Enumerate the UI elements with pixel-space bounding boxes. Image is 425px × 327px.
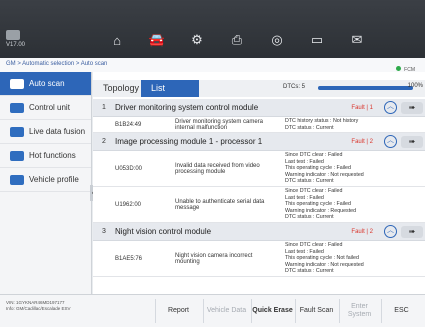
dtc-description: Night vision camera incorrect mounting bbox=[175, 252, 253, 265]
fault-badge: Fault | 1 bbox=[351, 104, 373, 111]
module-row[interactable]: 1 Driver monitoring system control modul… bbox=[93, 99, 425, 117]
dtc-status: Since DTC clear : Failed Last test : Fai… bbox=[285, 242, 364, 275]
module-name: Image processing module 1 - processor 1 bbox=[115, 137, 263, 146]
dtc-description: Unable to authenticate serial data messa… bbox=[175, 198, 265, 211]
dtc-status: Since DTC clear : Failed Last test : Fai… bbox=[285, 188, 357, 221]
arrow-right-icon[interactable]: ➠ bbox=[401, 135, 423, 148]
module-name: Night vision control module bbox=[115, 227, 212, 236]
dtc-list: 1 Driver monitoring system control modul… bbox=[93, 99, 425, 294]
module-name: Driver monitoring system control module bbox=[115, 103, 259, 112]
fcm-indicator: FCM bbox=[396, 66, 415, 73]
vehicle-data-button[interactable]: Vehicle Data bbox=[203, 299, 249, 323]
scan-progress-fill bbox=[318, 86, 413, 90]
fault-badge: Fault | 2 bbox=[351, 138, 373, 145]
status-dot-icon bbox=[396, 66, 402, 71]
esc-button[interactable]: ESC bbox=[381, 299, 421, 323]
sidebar-item-label: Auto scan bbox=[29, 79, 65, 88]
sidebar-item-hot-functions[interactable]: Hot functions bbox=[0, 144, 91, 168]
save-icon[interactable]: ▭ bbox=[302, 28, 332, 52]
dtc-status: DTC history status : Not history DTC sta… bbox=[285, 118, 359, 131]
home-icon[interactable]: ⌂ bbox=[102, 28, 132, 52]
sidebar-item-control-unit[interactable]: Control unit bbox=[0, 96, 91, 120]
sidebar-item-label: Hot functions bbox=[29, 151, 76, 160]
arrow-right-icon[interactable]: ➠ bbox=[401, 225, 423, 238]
gear-icon[interactable]: ⚙ bbox=[182, 28, 212, 52]
module-row[interactable]: 3 Night vision control module Fault | 2 … bbox=[93, 223, 425, 241]
dtc-description: Invalid data received from video process… bbox=[175, 162, 260, 175]
dtc-count: DTCs: 5 bbox=[283, 84, 306, 90]
dtc-code: B1AE5:76 bbox=[115, 255, 143, 262]
hot-functions-icon bbox=[10, 150, 24, 161]
module-number: 2 bbox=[102, 138, 106, 145]
scan-progress-bar bbox=[318, 86, 413, 90]
enter-system-button[interactable]: Enter System bbox=[339, 299, 379, 323]
arrow-right-icon[interactable]: ➠ bbox=[401, 101, 423, 114]
dtc-row[interactable]: U1962:00 Unable to authenticate serial d… bbox=[93, 187, 425, 223]
sidebar-item-live-data-fusion[interactable]: Live data fusion bbox=[0, 120, 91, 144]
control-unit-icon bbox=[10, 102, 24, 113]
vci-indicator: V17.00 bbox=[6, 30, 25, 48]
sidebar-item-label: Control unit bbox=[29, 103, 70, 112]
bottom-toolbar: VIN: 1GYKNAR46MD197177 Info: GM/Cadillac… bbox=[0, 294, 425, 327]
scan-progress-percent: 100% bbox=[407, 83, 423, 89]
scan-app-window: V17.00 ⌂ 🚘 ⚙ ⎙ ◎ ▭ ✉ GM > Automatic sele… bbox=[0, 0, 425, 327]
fault-scan-button[interactable]: Fault Scan bbox=[295, 299, 337, 323]
collapse-icon[interactable]: ︿ bbox=[384, 101, 397, 114]
dtc-description: Driver monitoring system camera internal… bbox=[175, 118, 264, 131]
sidebar-item-label: Live data fusion bbox=[29, 127, 86, 136]
module-number: 3 bbox=[102, 228, 106, 235]
vci-version: V17.00 bbox=[6, 42, 26, 48]
vci-icon bbox=[6, 30, 20, 40]
message-icon[interactable]: ✉ bbox=[342, 28, 372, 52]
vehicle-info: VIN: 1GYKNAR46MD197177 Info: GM/Cadillac… bbox=[6, 300, 71, 311]
dtc-row[interactable]: B1AE5:76 Night vision camera incorrect m… bbox=[93, 241, 425, 277]
car-scan-icon bbox=[10, 78, 24, 89]
module-row[interactable]: 2 Image processing module 1 - processor … bbox=[93, 133, 425, 151]
fault-badge: Fault | 2 bbox=[351, 228, 373, 235]
view-tabs: Topology List DTCs: 5 100% bbox=[93, 80, 425, 97]
report-button[interactable]: Report bbox=[155, 299, 201, 323]
breadcrumb: GM > Automatic selection > Auto scan bbox=[0, 58, 425, 72]
main-panel: FCM Topology List DTCs: 5 100% 1 Driver … bbox=[93, 66, 425, 294]
car-icon[interactable]: 🚘 bbox=[142, 28, 172, 52]
printer-icon[interactable]: ⎙ bbox=[222, 28, 252, 52]
collapse-icon[interactable]: ︿ bbox=[384, 135, 397, 148]
sidebar-item-vehicle-profile[interactable]: Vehicle profile bbox=[0, 168, 91, 192]
dtc-code: B1B24:49 bbox=[115, 121, 142, 128]
module-number: 1 bbox=[102, 104, 106, 111]
sidebar: Auto scan Control unit Live data fusion … bbox=[0, 72, 92, 294]
dtc-row[interactable]: B1B24:49 Driver monitoring system camera… bbox=[93, 117, 425, 133]
collapse-icon[interactable]: ︿ bbox=[384, 225, 397, 238]
live-data-icon bbox=[10, 126, 24, 137]
dtc-code: U1962:00 bbox=[115, 201, 142, 208]
dtc-row[interactable]: U053D:00 Invalid data received from vide… bbox=[93, 151, 425, 187]
dtc-status: Since DTC clear : Failed Last test : Fai… bbox=[285, 152, 364, 185]
help-icon[interactable]: ◎ bbox=[262, 28, 292, 52]
top-toolbar: V17.00 ⌂ 🚘 ⚙ ⎙ ◎ ▭ ✉ bbox=[0, 0, 425, 58]
quick-erase-button[interactable]: Quick Erase bbox=[251, 299, 293, 323]
sidebar-item-auto-scan[interactable]: Auto scan bbox=[0, 72, 91, 96]
tab-list[interactable]: List bbox=[141, 80, 199, 97]
sidebar-item-label: Vehicle profile bbox=[29, 175, 79, 184]
dtc-code: U053D:00 bbox=[115, 165, 143, 172]
vehicle-profile-icon bbox=[10, 174, 24, 185]
